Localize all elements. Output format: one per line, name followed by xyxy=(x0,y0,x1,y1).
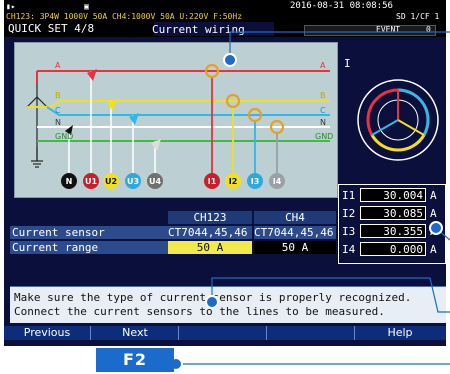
callout-lines xyxy=(178,31,450,365)
f2-key[interactable]: F2 xyxy=(96,348,174,372)
callout-dots xyxy=(169,53,443,371)
callout-layer xyxy=(169,31,450,371)
